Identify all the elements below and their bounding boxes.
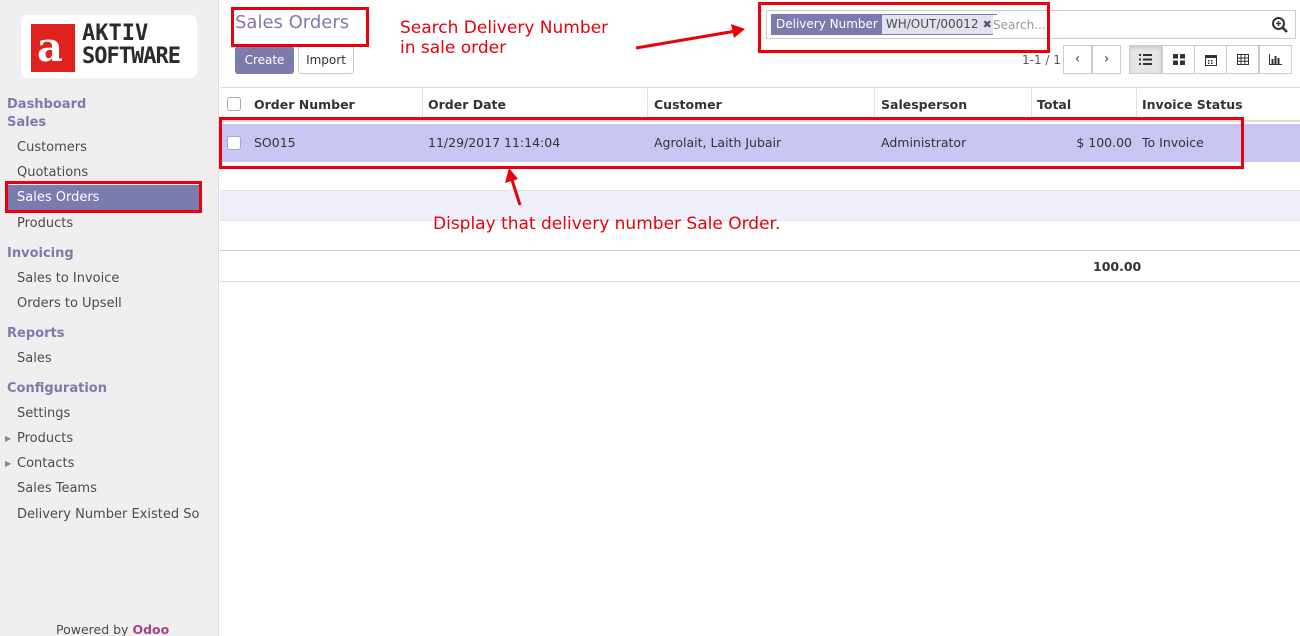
arrow-to-search: [635, 29, 737, 50]
arrow-head-row: [505, 168, 518, 183]
odoo-app: a AKTIV SOFTWARE Dashboard Sales Custome…: [0, 0, 1300, 636]
arrow-to-row: [510, 179, 522, 206]
arrow-head-search: [731, 24, 745, 38]
annotation-arrows: [505, 24, 745, 206]
